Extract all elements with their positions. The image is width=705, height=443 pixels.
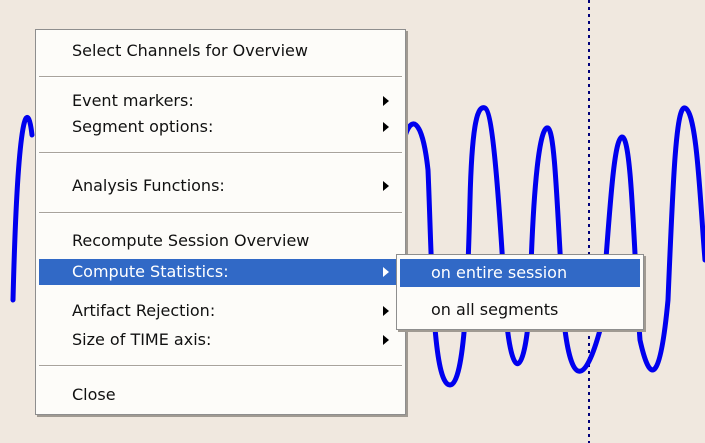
menu-item-label: Analysis Functions: — [72, 176, 225, 195]
menu-item-close[interactable]: Close — [39, 382, 402, 408]
submenu-item-all-segments[interactable]: on all segments — [400, 296, 640, 324]
menu-separator — [39, 76, 402, 78]
context-menu: Select Channels for Overview Event marke… — [35, 29, 406, 415]
submenu-item-entire-session[interactable]: on entire session — [400, 259, 640, 287]
submenu-arrow-icon — [383, 96, 389, 106]
menu-item-label: Recompute Session Overview — [72, 231, 310, 250]
submenu-arrow-icon — [383, 306, 389, 316]
menu-item-label: Close — [72, 385, 116, 404]
menu-item-compute-statistics[interactable]: Compute Statistics: — [39, 259, 402, 285]
submenu-arrow-icon — [383, 267, 389, 277]
menu-item-recompute-session-overview[interactable]: Recompute Session Overview — [39, 228, 402, 254]
menu-item-segment-options[interactable]: Segment options: — [39, 114, 402, 140]
menu-item-artifact-rejection[interactable]: Artifact Rejection: — [39, 298, 402, 324]
menu-item-label: Segment options: — [72, 117, 214, 136]
submenu-arrow-icon — [383, 122, 389, 132]
submenu-item-label: on all segments — [431, 300, 559, 319]
menu-item-label: Compute Statistics: — [72, 262, 229, 281]
submenu-arrow-icon — [383, 335, 389, 345]
menu-item-select-channels[interactable]: Select Channels for Overview — [39, 38, 402, 64]
menu-item-size-of-time-axis[interactable]: Size of TIME axis: — [39, 327, 402, 353]
menu-separator — [39, 152, 402, 154]
menu-separator — [39, 365, 402, 367]
menu-item-label: Size of TIME axis: — [72, 330, 212, 349]
menu-item-label: Event markers: — [72, 91, 194, 110]
menu-separator — [39, 212, 402, 214]
submenu-item-label: on entire session — [431, 263, 568, 282]
submenu-arrow-icon — [383, 181, 389, 191]
menu-item-analysis-functions[interactable]: Analysis Functions: — [39, 173, 402, 199]
compute-statistics-submenu: on entire session on all segments — [396, 254, 644, 330]
menu-item-event-markers[interactable]: Event markers: — [39, 88, 402, 114]
menu-item-label: Artifact Rejection: — [72, 301, 216, 320]
menu-item-label: Select Channels for Overview — [72, 41, 308, 60]
